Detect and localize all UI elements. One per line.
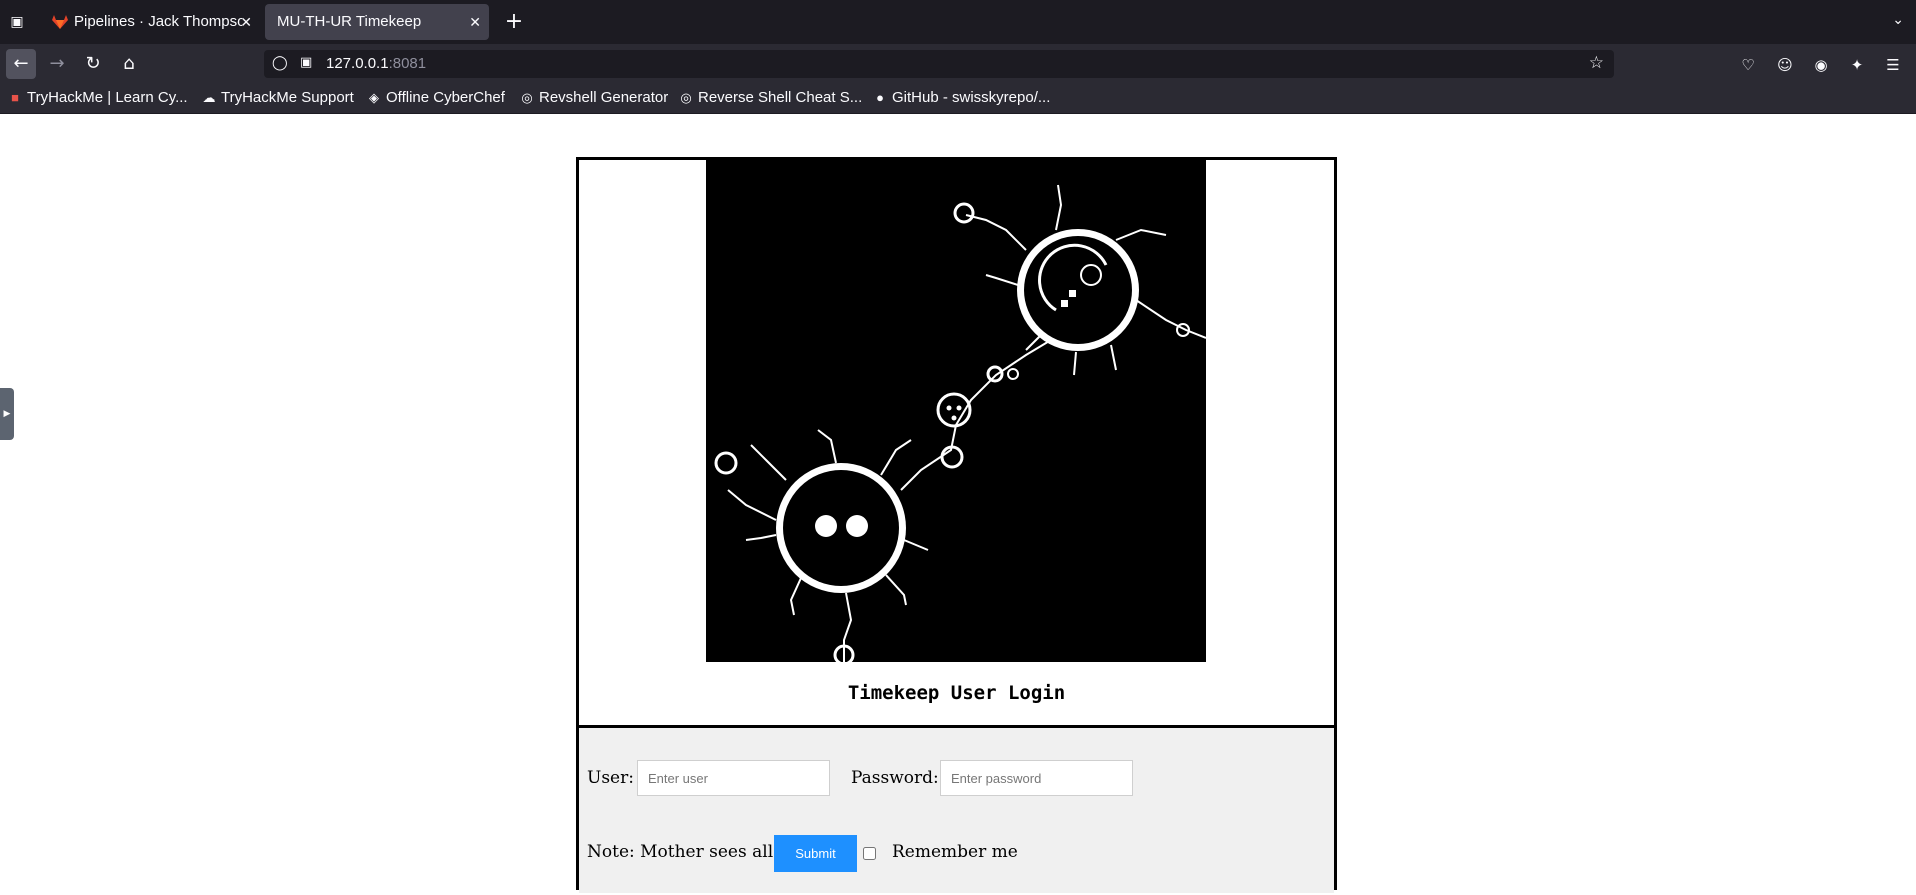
- page-info-icon[interactable]: ▣: [300, 55, 312, 70]
- globe-icon: ◎: [680, 90, 692, 105]
- shield-icon[interactable]: ◯: [272, 55, 288, 71]
- fractal-image: [706, 160, 1206, 662]
- pocket-icon[interactable]: ♡: [1737, 54, 1759, 76]
- password-input[interactable]: [940, 760, 1133, 796]
- cloud-icon: ☁: [202, 90, 216, 105]
- password-label: Password:: [851, 768, 939, 788]
- chevron-down-icon[interactable]: ⌄: [1892, 12, 1904, 28]
- address-bar[interactable]: ◯ ▣ 127.0.0.1:8081 ☆: [264, 50, 1614, 78]
- chef-icon: ◈: [369, 90, 379, 105]
- reload-button[interactable]: ↻: [78, 49, 108, 79]
- gitlab-icon: [52, 15, 68, 29]
- login-form: User: Password: Note: Mother sees all Su…: [579, 725, 1334, 893]
- sidebar-toggle-handle[interactable]: ▶: [0, 388, 14, 440]
- close-tab-icon[interactable]: ✕: [240, 4, 252, 40]
- tab-title: Pipelines · Jack Thompson: [74, 13, 242, 30]
- url-host: 127.0.0.1: [326, 55, 389, 72]
- close-tab-icon[interactable]: ✕: [469, 4, 481, 40]
- tab-timekeep[interactable]: MU-TH-UR Timekeep ✕: [265, 4, 489, 40]
- login-panel: Timekeep User Login User: Password: Note…: [576, 157, 1337, 893]
- nav-bar: ← → ↻ ⌂ ◯ ▣ 127.0.0.1:8081 ☆ ♡ ☺ ◉ ✦ ☰: [0, 44, 1916, 84]
- menu-icon[interactable]: ☰: [1882, 54, 1904, 76]
- user-label: User:: [587, 768, 634, 788]
- bookmark-item[interactable]: ■ TryHackMe | Learn Cy...: [8, 88, 188, 108]
- back-button[interactable]: ←: [6, 49, 36, 79]
- bookmark-item[interactable]: ☁ TryHackMe Support: [202, 88, 354, 108]
- bookmark-item[interactable]: ◎ Revshell Generator: [520, 88, 668, 108]
- home-button[interactable]: ⌂: [114, 49, 144, 79]
- tab-pipelines[interactable]: Pipelines · Jack Thompson ✕: [42, 4, 260, 40]
- url-text[interactable]: 127.0.0.1:8081: [326, 50, 426, 78]
- tab-title: MU-TH-UR Timekeep: [277, 13, 422, 30]
- bookmark-item[interactable]: ● GitHub - swisskyrepo/...: [873, 88, 1050, 108]
- remember-me-checkbox[interactable]: [863, 847, 876, 860]
- remember-me-label: Remember me: [892, 842, 1018, 862]
- extension-badge-icon[interactable]: ◉: [1810, 54, 1832, 76]
- url-port: :8081: [388, 55, 427, 72]
- globe-icon: ◎: [521, 90, 533, 105]
- page-title: Timekeep User Login: [847, 682, 1066, 704]
- bookmarks-bar: ■ TryHackMe | Learn Cy... ☁ TryHackMe Supp…: [0, 84, 1916, 114]
- extensions-icon[interactable]: ✦: [1846, 54, 1868, 76]
- forward-button[interactable]: →: [42, 49, 72, 79]
- submit-button[interactable]: Submit: [774, 835, 857, 872]
- github-icon: ●: [876, 90, 884, 105]
- note-text: Note: Mother sees all: [587, 842, 774, 862]
- bookmark-item[interactable]: ◈ Offline CyberChef: [367, 88, 505, 108]
- account-icon[interactable]: ☺: [1774, 54, 1796, 76]
- new-tab-button[interactable]: +: [500, 8, 528, 36]
- tab-bar: ▣ Pipelines · Jack Thompson ✕ MU-TH-UR T…: [0, 0, 1916, 44]
- bookmark-star-icon[interactable]: ☆: [1589, 53, 1604, 73]
- user-input[interactable]: [637, 760, 830, 796]
- bookmark-item[interactable]: ◎ Reverse Shell Cheat S...: [679, 88, 862, 108]
- tab-list-icon[interactable]: ▣: [6, 11, 28, 33]
- tryhackme-icon: ■: [11, 90, 19, 105]
